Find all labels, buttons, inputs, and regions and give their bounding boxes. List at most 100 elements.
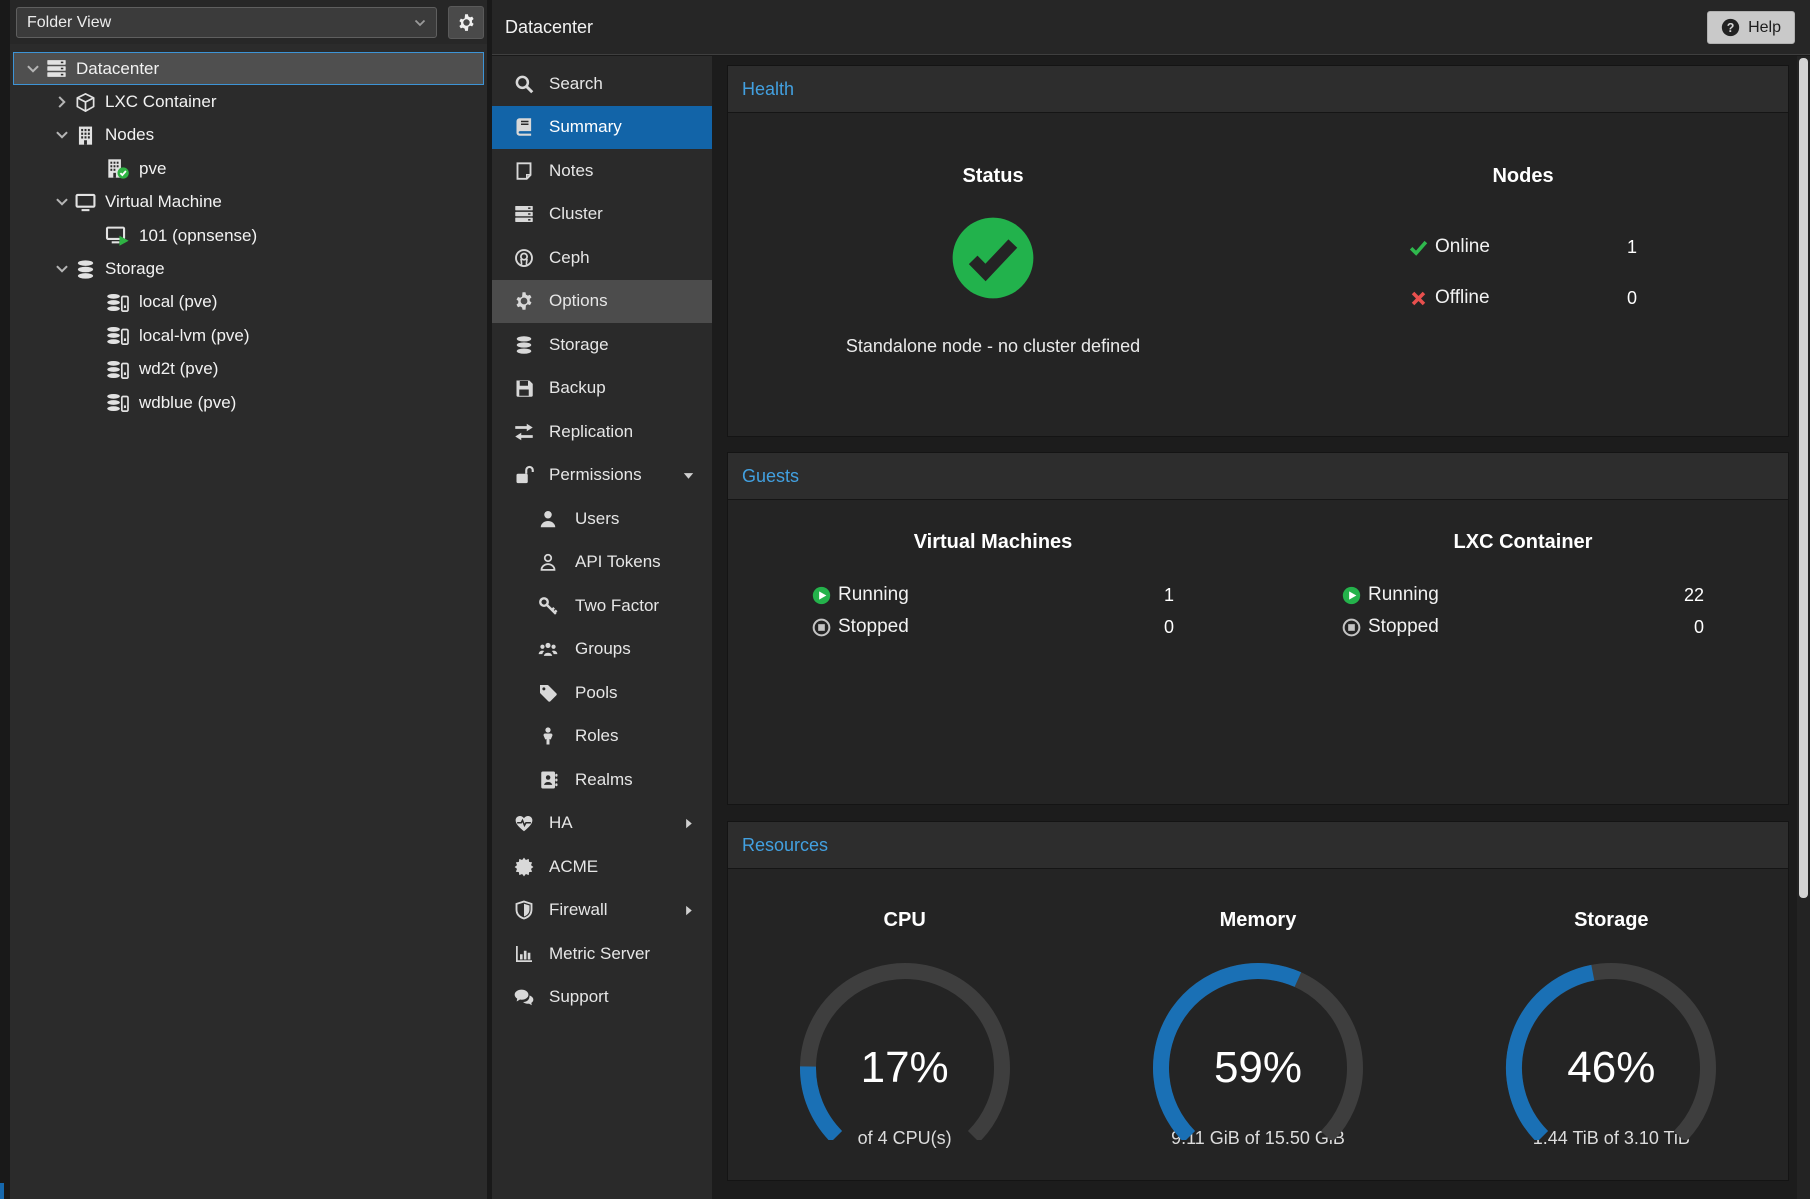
guest-status-label: Stopped: [1368, 616, 1439, 638]
database-drive-icon: [105, 325, 130, 346]
tree-expander-down-icon[interactable]: [53, 126, 71, 144]
menu-item-label: Realms: [575, 770, 633, 790]
guest-status-row: Stopped0: [812, 612, 1174, 642]
menu-item-backup[interactable]: Backup: [492, 367, 712, 411]
menu-item-notes[interactable]: Notes: [492, 149, 712, 193]
menu-item-roles[interactable]: Roles: [492, 715, 712, 759]
play-circle-icon: [812, 586, 831, 605]
tree-item-local-pve[interactable]: local (pve): [13, 286, 484, 319]
menu-item-storage[interactable]: Storage: [492, 323, 712, 367]
tree-item-datacenter[interactable]: Datacenter: [13, 52, 484, 85]
address-book-icon: [538, 770, 558, 790]
menu-item-label: Options: [549, 291, 608, 311]
menu-item-firewall[interactable]: Firewall: [492, 889, 712, 933]
menu-item-metric-server[interactable]: Metric Server: [492, 932, 712, 976]
tree-expander-right-icon[interactable]: [53, 93, 71, 111]
menu-item-label: Cluster: [549, 204, 603, 224]
menu-item-api-tokens[interactable]: API Tokens: [492, 541, 712, 585]
resource-column-storage: Storage 46%1.44 TiB of 3.10 TiB: [1435, 869, 1788, 1181]
guest-status-row: Running22: [1342, 580, 1704, 610]
tree-item-label: Nodes: [105, 125, 154, 145]
tree-item-pve[interactable]: pve: [13, 152, 484, 185]
caret-right-icon: [681, 903, 696, 918]
ceph-icon: [514, 248, 534, 268]
tree-item-label: LXC Container: [105, 92, 217, 112]
tree-expander-spacer: [83, 293, 101, 311]
tree-item-lxc-container[interactable]: LXC Container: [13, 85, 484, 118]
stop-circle-icon: [812, 618, 831, 637]
guests-panel-header: Guests: [728, 453, 1788, 500]
menu-item-options[interactable]: Options: [492, 280, 712, 324]
page-title: Datacenter: [505, 17, 593, 38]
menu-item-realms[interactable]: Realms: [492, 758, 712, 802]
menu-item-label: Metric Server: [549, 944, 650, 964]
health-panel-header: Health: [728, 66, 1788, 113]
resource-tree-panel: Folder View Datacenter LXC Container Nodes…: [10, 0, 487, 1199]
tree-item-storage[interactable]: Storage: [13, 252, 484, 285]
tree-item-label: local (pve): [139, 292, 217, 312]
seal-icon: [514, 857, 534, 877]
datacenter-menu: Search Summary Notes Cluster Ceph Options Stor…: [492, 56, 712, 1199]
health-panel-body: Status Standalone node - no cluster defi…: [728, 113, 1788, 437]
menu-item-users[interactable]: Users: [492, 497, 712, 541]
tree-item-local-lvm-pve[interactable]: local-lvm (pve): [13, 319, 484, 352]
tree-expander-down-icon[interactable]: [24, 60, 42, 78]
tree-item-label: pve: [139, 159, 166, 179]
menu-item-replication[interactable]: Replication: [492, 410, 712, 454]
guest-status-row: Running1: [812, 580, 1174, 610]
book-icon: [514, 117, 534, 137]
resources-panel-body: CPU 17%of 4 CPU(s)Memory 59%9.11 GiB of …: [728, 869, 1788, 1181]
tree-item-wdblue-pve[interactable]: wdblue (pve): [13, 386, 484, 419]
gear-icon: [457, 13, 476, 32]
menu-item-permissions[interactable]: Permissions: [492, 454, 712, 498]
resources-panel: Resources CPU 17%of 4 CPU(s)Memory 59%9.…: [727, 821, 1789, 1181]
menu-item-pools[interactable]: Pools: [492, 671, 712, 715]
tree-item-wd2t-pve[interactable]: wd2t (pve): [13, 353, 484, 386]
gauge-percent-value: 59%: [1128, 1043, 1388, 1093]
guest-status-value: 0: [1694, 617, 1704, 638]
help-button[interactable]: ? Help: [1707, 11, 1795, 44]
tree-settings-button[interactable]: [448, 6, 484, 39]
scrollbar-thumb[interactable]: [1799, 58, 1808, 898]
tree-item-virtual-machine[interactable]: Virtual Machine: [13, 186, 484, 219]
tree-item-label: 101 (opnsense): [139, 226, 257, 246]
stop-circle-icon: [1342, 618, 1361, 637]
server-icon: [46, 58, 67, 79]
search-icon: [514, 74, 534, 94]
menu-item-summary[interactable]: Summary: [492, 106, 712, 150]
guest-status-label: Stopped: [838, 616, 909, 638]
key-icon: [538, 596, 558, 616]
building-icon: [75, 125, 96, 146]
menu-item-two-factor[interactable]: Two Factor: [492, 584, 712, 628]
menu-item-label: Search: [549, 74, 603, 94]
cross-icon: [1409, 289, 1428, 308]
menu-item-ceph[interactable]: Ceph: [492, 236, 712, 280]
menu-item-label: API Tokens: [575, 552, 661, 572]
menu-item-search[interactable]: Search: [492, 62, 712, 106]
tree-expander-spacer: [83, 394, 101, 412]
menu-item-label: HA: [549, 813, 573, 833]
menu-item-label: Summary: [549, 117, 622, 137]
tree-item-label: Datacenter: [76, 59, 159, 79]
tree-item-101-opnsense[interactable]: 101 (opnsense): [13, 219, 484, 252]
node-status-value: 0: [1627, 288, 1637, 309]
health-nodes-column: Nodes Online1Offline0: [1258, 113, 1788, 437]
proxmox-datacenter-screen: Folder View Datacenter LXC Container Nodes…: [0, 0, 1810, 1199]
tree-expander-spacer: [83, 360, 101, 378]
menu-item-groups[interactable]: Groups: [492, 628, 712, 672]
content-scrollbar[interactable]: [1797, 56, 1810, 1199]
floppy-icon: [514, 378, 534, 398]
menu-item-cluster[interactable]: Cluster: [492, 193, 712, 237]
resources-panel-title: Resources: [742, 835, 828, 856]
tree-item-label: wdblue (pve): [139, 393, 236, 413]
guests-column-virtual-machines: Virtual MachinesRunning1Stopped0: [728, 500, 1258, 805]
nodes-heading: Nodes: [1258, 165, 1788, 188]
tree-expander-down-icon[interactable]: [53, 260, 71, 278]
menu-item-support[interactable]: Support: [492, 976, 712, 1020]
tree-expander-down-icon[interactable]: [53, 193, 71, 211]
tree-item-nodes[interactable]: Nodes: [13, 119, 484, 152]
view-mode-select[interactable]: Folder View: [16, 7, 437, 38]
menu-item-acme[interactable]: ACME: [492, 845, 712, 889]
menu-item-ha[interactable]: HA: [492, 802, 712, 846]
guest-status-row: Stopped 0: [1342, 612, 1704, 642]
